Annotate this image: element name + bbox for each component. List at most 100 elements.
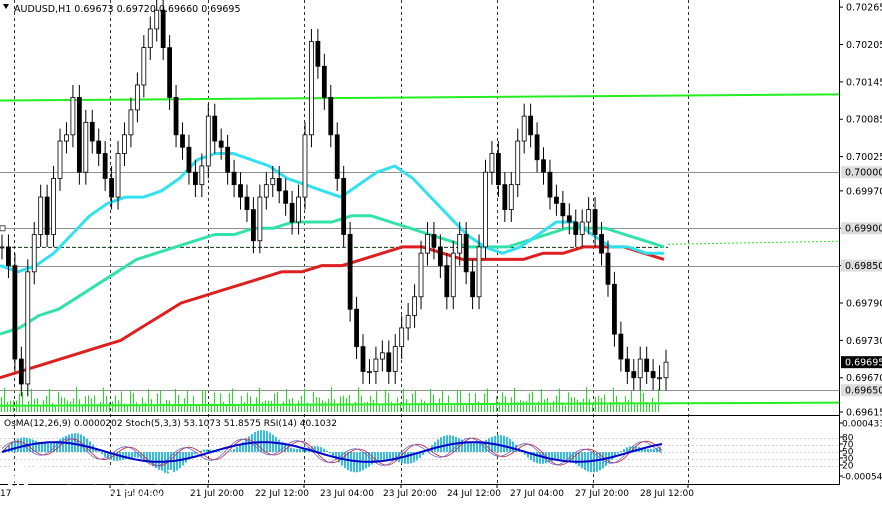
osma-bar (353, 452, 355, 473)
trendline (0, 93, 840, 102)
candle-body (238, 184, 243, 198)
osma-bar (98, 451, 100, 452)
indicator-tick-label: -0.000541 (842, 473, 882, 483)
price-tick-label: 0.69670 (846, 373, 882, 384)
candle-body (225, 146, 231, 173)
candle-body (6, 246, 11, 267)
osma-bar (509, 439, 511, 452)
osma-bar (440, 437, 442, 452)
price-tick-label: 0.69790 (846, 298, 882, 309)
price-tick-label: 0.69970 (846, 186, 882, 197)
candle-body (205, 115, 211, 167)
indicator-axis: 0.0004338070503020-0.000541 (839, 420, 882, 483)
candle-body (283, 190, 289, 204)
candle-body (386, 352, 392, 372)
moving-averages (0, 152, 665, 380)
candle-body (270, 178, 276, 186)
osma-bar (557, 452, 559, 460)
candle-body (341, 178, 347, 235)
osma-bar (560, 452, 562, 460)
price-tick-label: 0.70025 (846, 152, 882, 163)
candle-body (631, 371, 637, 379)
candle-body (289, 202, 295, 223)
candle-body (51, 178, 56, 235)
candle-body (18, 358, 24, 385)
candle-body (566, 215, 572, 223)
osma-bar (488, 438, 490, 452)
osma-bar (581, 452, 583, 469)
candle-body (231, 171, 237, 186)
osma-bar (275, 437, 277, 452)
chart-canvas[interactable]: 0.70265 0.70205 0.70145 0.70085 0.70025 0.699… (0, 0, 882, 505)
candle-body (592, 209, 598, 235)
candle-body (128, 109, 134, 136)
osma-bar (563, 452, 565, 460)
osma-bar (218, 451, 220, 452)
osma-bar (611, 452, 613, 460)
candle-body (624, 358, 630, 372)
candle-body (399, 327, 405, 347)
candle-body (276, 178, 282, 192)
osma-bar (446, 435, 448, 452)
candle-body (244, 196, 250, 210)
candle-body (76, 97, 82, 173)
chart-header: AUDUSD,H1 0.69673 0.69720 0.69660 0.6969… (14, 4, 241, 15)
osma-bar (317, 446, 319, 452)
osma-bar (647, 448, 649, 452)
time-tick-label: 28 Jul 12:00 (640, 489, 694, 499)
candle-body (502, 184, 508, 210)
candle-body (637, 358, 643, 379)
osma-bar (263, 430, 265, 452)
watermark-brand: instaforex (34, 461, 184, 491)
osma-bar (191, 452, 193, 457)
candle-body (334, 134, 340, 179)
candle-body (470, 271, 476, 298)
candle-body (444, 265, 450, 298)
candle-body (495, 153, 501, 186)
price-axis: 0.70265 0.70205 0.70145 0.70085 0.70025 0.699… (839, 3, 882, 419)
candle-body (405, 315, 411, 329)
candle-body (44, 196, 50, 235)
candle-body (360, 346, 366, 372)
candle-body (38, 196, 44, 235)
osma-bar (293, 448, 295, 452)
osma-bar (101, 452, 103, 455)
osma-bar (497, 435, 499, 452)
candle-body (586, 209, 592, 223)
candle-body (541, 159, 546, 173)
osma-bar (593, 452, 595, 473)
candle-body (309, 40, 314, 136)
candle-body (122, 134, 127, 154)
candle-body (296, 196, 301, 223)
osma-bar (332, 452, 334, 457)
dropdown-triangle-icon[interactable] (3, 4, 9, 9)
candle-body (12, 265, 18, 360)
candle-body (328, 97, 334, 136)
osma-bar (389, 452, 391, 460)
level-label: 0.69850 (845, 261, 882, 272)
candle-body (521, 115, 527, 142)
osma-bar (536, 452, 538, 464)
candle-body (547, 171, 553, 198)
osma-bar (350, 452, 352, 472)
candle-body (199, 165, 205, 186)
osma-bar (386, 452, 388, 460)
osma-bar (326, 450, 328, 452)
osma-bar (653, 448, 655, 452)
candle-body (437, 246, 443, 267)
candle-body (212, 115, 218, 142)
osma-bar (620, 451, 622, 452)
candle-body (263, 184, 269, 198)
candle-body (412, 296, 417, 316)
osma-bar (458, 438, 460, 452)
candle-body (483, 171, 488, 248)
osma-bar (35, 440, 37, 452)
time-tick-label: 24 Jul 12:00 (447, 489, 501, 499)
osma-bar (296, 448, 298, 452)
osma-bar (47, 443, 49, 452)
candle-body (192, 171, 198, 186)
osma-bar (476, 442, 478, 452)
candle-body (644, 358, 650, 372)
time-tick-label: 22 Jul 12:00 (255, 489, 309, 499)
osma-bar (650, 448, 652, 452)
